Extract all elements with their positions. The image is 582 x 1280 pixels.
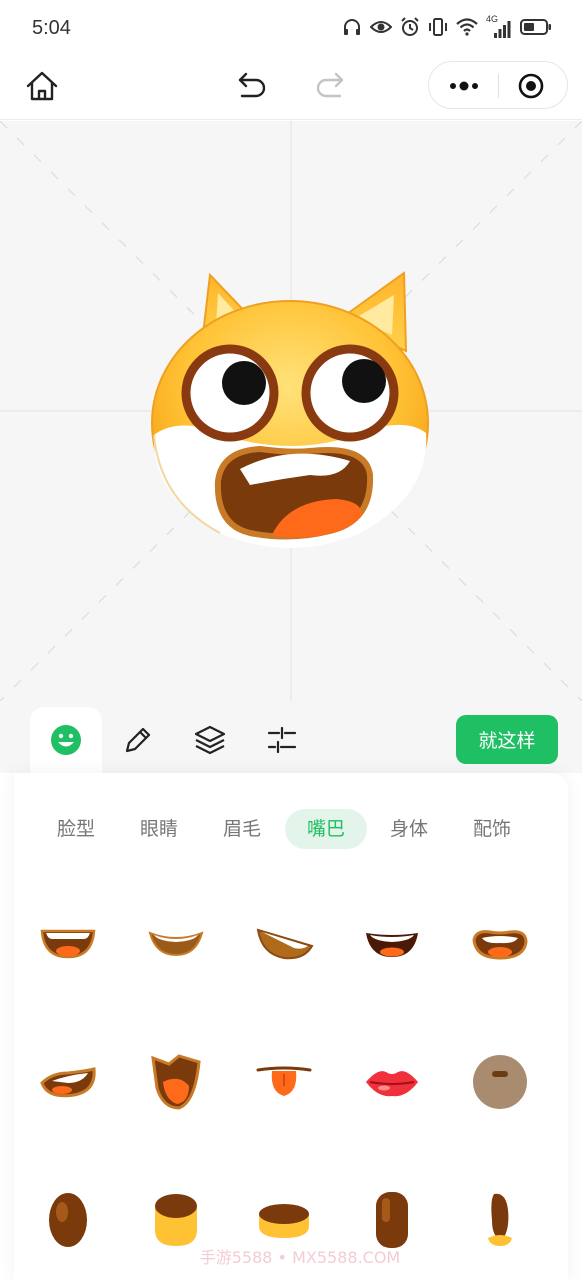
mouth-laugh[interactable]: [347, 899, 437, 989]
done-button[interactable]: 就这样: [456, 715, 558, 764]
status-time: 5:04: [32, 17, 71, 39]
tab-face[interactable]: 脸型: [35, 809, 117, 849]
capsule-divider: [498, 74, 499, 98]
tab-eyes[interactable]: 眼睛: [118, 809, 200, 849]
mouth-bean[interactable]: [455, 1175, 545, 1265]
signal-icon: 4G: [486, 14, 512, 40]
mouth-side-grin[interactable]: [23, 1037, 113, 1127]
battery-icon: [520, 17, 552, 41]
tab-mouth[interactable]: 嘴巴: [285, 809, 367, 849]
status-icons: 4G: [342, 14, 552, 41]
undo-icon[interactable]: [234, 64, 274, 104]
pencil-icon[interactable]: [102, 707, 174, 773]
top-nav: [0, 58, 582, 120]
mouth-red-lips[interactable]: [347, 1037, 437, 1127]
vibrate-icon: [428, 17, 448, 41]
mouth-oval[interactable]: [23, 1175, 113, 1265]
more-icon[interactable]: [443, 72, 485, 100]
parts-panel: 脸型 眼睛 眉毛 嘴巴 身体 配饰: [14, 773, 568, 1280]
eye-icon: [369, 17, 393, 41]
home-icon[interactable]: [22, 66, 62, 106]
tab-body[interactable]: 身体: [368, 809, 450, 849]
redo-icon[interactable]: [308, 64, 348, 104]
watermark: 手游5588 • MX5588.COM: [199, 1248, 401, 1267]
close-target-icon[interactable]: [517, 72, 545, 100]
status-bar: 5:04 4G: [0, 0, 582, 58]
tab-eyebrows[interactable]: 眉毛: [201, 809, 283, 849]
editor-toolbar: 就这样: [0, 701, 582, 773]
mouth-smile-teeth[interactable]: [131, 899, 221, 989]
sticker-canvas[interactable]: [0, 121, 582, 701]
mouth-open-wide[interactable]: [23, 899, 113, 989]
mouth-tongue-out[interactable]: [239, 1037, 329, 1127]
mouth-shout[interactable]: [131, 1037, 221, 1127]
mini-program-capsule: [428, 61, 568, 109]
category-tabs: 脸型 眼睛 眉毛 嘴巴 身体 配饰: [14, 809, 568, 849]
alarm-icon: [400, 17, 420, 41]
wifi-icon: [456, 17, 478, 41]
sliders-icon[interactable]: [246, 707, 318, 773]
mouth-round-button[interactable]: [455, 1037, 545, 1127]
mouth-tilted-grin[interactable]: [239, 899, 329, 989]
emoji-icon[interactable]: [30, 707, 102, 773]
mouth-open-tongue[interactable]: [455, 899, 545, 989]
layers-icon[interactable]: [174, 707, 246, 773]
headphones-icon: [342, 17, 362, 41]
tab-accessories[interactable]: 配饰: [451, 809, 533, 849]
cat-emoji-sticker[interactable]: [140, 265, 440, 565]
